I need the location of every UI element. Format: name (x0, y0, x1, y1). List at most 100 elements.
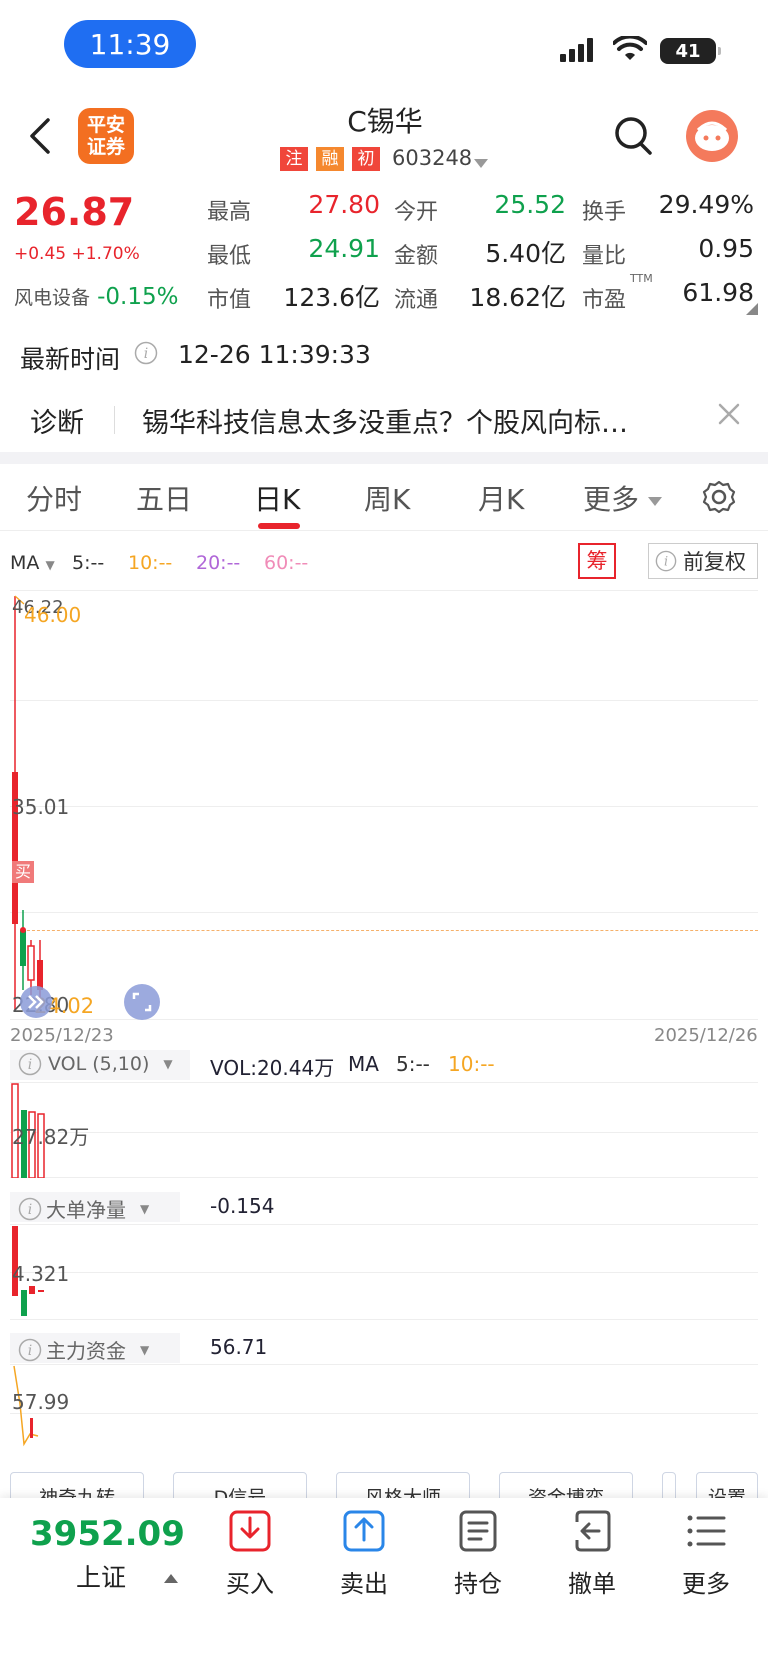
expand-corner-icon[interactable] (746, 300, 758, 319)
kline-gridline (10, 806, 758, 807)
kline-gridline (10, 912, 758, 913)
buy-label: 买入 (226, 1570, 274, 1598)
volume-label: VOL (5,10) (48, 1053, 150, 1075)
float-value: 18.62亿 (469, 283, 566, 312)
more-button[interactable]: 更多 (656, 1510, 756, 1599)
date-start: 2025/12/23 (10, 1025, 114, 1046)
volume-axis-label: 27.82万 (12, 1125, 90, 1149)
buy-marker[interactable]: 买 (12, 861, 34, 883)
big-order-dropdown-icon: ▼ (140, 1201, 150, 1216)
settings-gear-icon[interactable] (702, 480, 736, 518)
tab-five-day[interactable]: 五日 (136, 478, 192, 518)
turnover-label: 换手 (582, 200, 627, 225)
last-price: 26.87 (14, 190, 135, 234)
mktcap-label: 市值 (207, 288, 252, 313)
main-fund-dropdown-icon: ▼ (140, 1342, 150, 1357)
diagnosis-separator (114, 406, 115, 434)
position-icon (459, 1510, 497, 1552)
close-icon[interactable] (717, 402, 741, 430)
latest-time-label: 最新时间 (20, 345, 121, 374)
tabs-bottom-border (0, 530, 768, 531)
ma-dropdown-icon: ▼ (45, 558, 55, 572)
amount-label: 金额 (394, 244, 439, 269)
ma5-value: 5:-- (72, 552, 105, 574)
adjust-button[interactable]: i 前复权 (648, 543, 758, 579)
ma10-value: 10:-- (128, 552, 173, 574)
volume-ma5: 5:-- (396, 1052, 430, 1076)
main-fund-chart-frame (10, 1364, 758, 1460)
kline-chart-frame (10, 590, 758, 1020)
svg-text:i: i (28, 1057, 32, 1073)
search-icon[interactable] (614, 116, 654, 160)
scroll-left-icon[interactable] (20, 986, 52, 1022)
high-label: 最高 (207, 200, 252, 225)
assistant-avatar-icon[interactable] (686, 110, 738, 166)
position-label: 持仓 (454, 1570, 502, 1598)
position-button[interactable]: 持仓 (428, 1510, 528, 1599)
volume-indicator-selector[interactable]: i VOL (5,10) ▼ (18, 1052, 173, 1076)
ma-selector[interactable]: MA ▼ (10, 552, 55, 574)
big-order-selector[interactable]: i 大单净量 ▼ (18, 1194, 149, 1223)
more-label: 更多 (682, 1570, 730, 1598)
diagnosis-text[interactable]: 锡华科技信息太多没重点？个股风向标… (142, 401, 682, 440)
chip-button[interactable]: 筹 (578, 543, 616, 579)
svg-text:i: i (28, 1343, 32, 1359)
status-time: 11:39 (64, 20, 196, 68)
pe-label: 市盈 (582, 288, 627, 313)
svg-text:i: i (664, 555, 668, 570)
sector-row[interactable]: 风电设备 -0.15% (14, 283, 178, 310)
tab-intraday[interactable]: 分时 (26, 478, 82, 518)
tab-more-chevron-icon[interactable] (648, 492, 662, 511)
index-expand-icon[interactable] (164, 1568, 178, 1587)
active-tab-indicator (258, 523, 300, 529)
tab-daily-k[interactable]: 日K (254, 478, 300, 518)
main-fund-info-icon: i (18, 1338, 42, 1361)
info-icon[interactable]: i (134, 341, 158, 369)
buy-button[interactable]: 买入 (200, 1510, 300, 1599)
ma20-value: 20:-- (196, 552, 241, 574)
sell-label: 卖出 (340, 1570, 388, 1598)
stock-code[interactable]: 603248 (392, 146, 472, 170)
volume-gridline (10, 1132, 758, 1133)
tag-first-day: 初 (352, 147, 380, 171)
volume-dropdown-icon: ▼ (163, 1057, 173, 1071)
section-divider (0, 452, 768, 464)
main-fund-line (10, 1364, 50, 1464)
more-menu-icon (687, 1515, 726, 1547)
big-order-axis-label: 4.321 (12, 1262, 70, 1286)
volume-ma10: 10:-- (448, 1052, 495, 1076)
tab-more[interactable]: 更多 (583, 478, 639, 518)
buy-icon (229, 1510, 271, 1552)
stock-title: C锡华 (347, 105, 423, 138)
svg-text:i: i (28, 1202, 32, 1218)
last-price-dashed-line (22, 930, 758, 931)
battery-icon: 41 (660, 38, 721, 64)
open-label: 今开 (394, 200, 439, 225)
date-end: 2025/12/26 (654, 1025, 758, 1046)
main-fund-value: 56.71 (210, 1335, 268, 1359)
pe-ttm-superscript: TTM (630, 272, 653, 285)
ma60-value: 60:-- (264, 552, 309, 574)
sector-change: -0.15% (97, 284, 179, 310)
fullscreen-icon[interactable] (124, 984, 160, 1024)
high-value: 27.80 (308, 190, 380, 219)
tab-monthly-k[interactable]: 月K (478, 478, 524, 518)
index-name[interactable]: 上证 (76, 1558, 126, 1594)
signal-icon (560, 38, 596, 66)
tag-registration: 注 (280, 147, 308, 171)
svg-text:i: i (144, 346, 148, 362)
code-dropdown-icon[interactable] (474, 154, 488, 173)
low-value: 24.91 (308, 234, 380, 263)
main-fund-selector[interactable]: i 主力资金 ▼ (18, 1335, 149, 1364)
wifi-icon (612, 34, 648, 66)
back-icon[interactable] (28, 116, 52, 160)
cancel-order-label: 撤单 (568, 1570, 616, 1598)
tag-margin: 融 (316, 147, 344, 171)
index-value[interactable]: 3952.09 (30, 1514, 185, 1554)
float-label: 流通 (394, 288, 439, 313)
vol-ratio-label: 量比 (582, 244, 627, 269)
cancel-order-button[interactable]: 撤单 (542, 1510, 642, 1599)
tab-weekly-k[interactable]: 周K (364, 478, 410, 518)
sell-button[interactable]: 卖出 (314, 1510, 414, 1599)
vol-ratio-value: 0.95 (698, 234, 754, 263)
